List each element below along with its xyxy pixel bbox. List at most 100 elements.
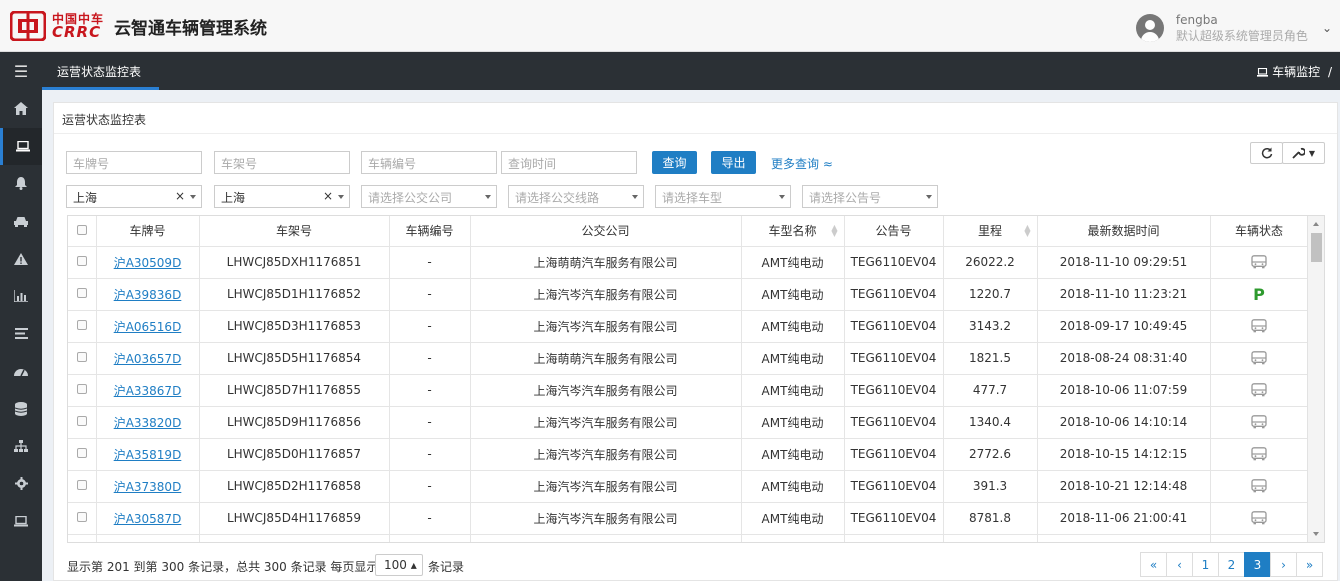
user-menu[interactable]: fengba 默认超级系统管理员角色 ⌄: [1135, 12, 1332, 44]
table-row[interactable]: 沪A30509D LHWCJ85DXH1176851- 上海萌萌汽车服务有限公司 AM…: [68, 246, 1309, 279]
bus-icon: [1251, 351, 1267, 365]
row-checkbox[interactable]: [68, 278, 97, 311]
scroll-up-icon[interactable]: [1313, 222, 1319, 226]
plate-link[interactable]: 沪A30587D: [114, 512, 182, 526]
notice-number-select[interactable]: 请选择公告号: [802, 185, 938, 208]
table-row[interactable]: 沪A33867D LHWCJ85D7H1176855- 上海汽岑汽车服务有限公司 AM…: [68, 374, 1309, 407]
laptop-icon[interactable]: [0, 127, 42, 165]
table-row[interactable]: 沪A39836D LHWCJ85D1H1176852- 上海汽岑汽车服务有限公司 AM…: [68, 278, 1309, 311]
column-header[interactable]: 公交公司: [470, 216, 742, 247]
plate-link[interactable]: 沪A30509D: [114, 256, 182, 270]
plate-link[interactable]: 沪A33820D: [114, 416, 182, 430]
cell-plate: 沪A35819D: [96, 438, 200, 471]
column-header[interactable]: 车辆编号: [389, 216, 471, 247]
select-all-checkbox[interactable]: [68, 216, 97, 247]
brand-en: CRRC: [52, 23, 102, 41]
laptop-icon[interactable]: [0, 503, 42, 541]
parked-status-icon: P: [1253, 284, 1265, 304]
tools-dropdown-button[interactable]: ▼: [1282, 142, 1325, 164]
row-checkbox[interactable]: [68, 470, 97, 503]
clear-icon[interactable]: ×: [175, 189, 185, 203]
chevron-down-icon[interactable]: ⌄: [1322, 21, 1332, 35]
province-select[interactable]: 上海 ×: [66, 185, 202, 208]
row-checkbox[interactable]: [68, 502, 97, 535]
scroll-down-icon[interactable]: [1313, 532, 1319, 536]
cell-vno: -: [389, 470, 471, 503]
cell-company: 上海萌萌汽车服务有限公司: [470, 342, 742, 375]
table-row[interactable]: [68, 534, 1309, 542]
column-header[interactable]: 车架号: [199, 216, 390, 247]
row-checkbox[interactable]: [68, 342, 97, 375]
column-header-sortable[interactable]: 车型名称 ▲ ▼: [741, 216, 845, 247]
page-button[interactable]: ‹: [1166, 552, 1193, 577]
breadcrumb-item[interactable]: 车辆监控: [1272, 65, 1320, 79]
tab-operation-status[interactable]: 运营状态监控表: [42, 52, 159, 90]
plate-link[interactable]: 沪A37380D: [114, 480, 182, 494]
vehicle-model-select[interactable]: 请选择车型: [655, 185, 791, 208]
plate-link[interactable]: 沪A35819D: [114, 448, 182, 462]
page-size-select[interactable]: 100 ▴: [375, 554, 423, 576]
car-icon[interactable]: [0, 203, 42, 241]
table-row[interactable]: 沪A33820D LHWCJ85D9H1176856- 上海汽岑汽车服务有限公司 AM…: [68, 406, 1309, 439]
bar-chart-icon[interactable]: [0, 278, 42, 316]
caret-down-icon: [779, 195, 785, 199]
query-button[interactable]: 查询: [652, 151, 697, 174]
table-row[interactable]: 沪A35819D LHWCJ85D0H1176857- 上海汽岑汽车服务有限公司 AM…: [68, 438, 1309, 471]
vehicle-number-input[interactable]: 车辆编号: [361, 151, 497, 174]
clear-icon[interactable]: ×: [323, 189, 333, 203]
more-query-link[interactable]: 更多查询 ≈: [771, 155, 833, 172]
page-button[interactable]: ›: [1270, 552, 1297, 577]
plate-link[interactable]: 沪A03657D: [114, 352, 182, 366]
city-select[interactable]: 上海 ×: [214, 185, 350, 208]
plate-number-input[interactable]: 车牌号: [66, 151, 202, 174]
bus-icon: [1251, 319, 1267, 333]
page-button[interactable]: »: [1296, 552, 1323, 577]
cell-mileage: 3143.2: [943, 310, 1038, 343]
cell-vno: -: [389, 438, 471, 471]
column-header[interactable]: 最新数据时间: [1037, 216, 1211, 247]
cell-vno: -: [389, 502, 471, 535]
bus-company-select[interactable]: 请选择公交公司: [361, 185, 497, 208]
column-header[interactable]: 公告号: [844, 216, 944, 247]
row-checkbox[interactable]: [68, 246, 97, 279]
bus-line-select[interactable]: 请选择公交线路: [508, 185, 644, 208]
brand-logo[interactable]: 中国中车 CRRC 云智通车辆管理系统: [10, 11, 267, 41]
gear-icon[interactable]: [0, 465, 42, 503]
column-header[interactable]: 车辆状态: [1210, 216, 1309, 247]
row-checkbox[interactable]: [68, 310, 97, 343]
plate-link[interactable]: 沪A39836D: [114, 288, 182, 302]
plate-link[interactable]: 沪A33867D: [114, 384, 182, 398]
warning-icon[interactable]: [0, 240, 42, 278]
cell-model: AMT纯电动: [741, 374, 845, 407]
home-icon[interactable]: [0, 90, 42, 128]
frame-number-input[interactable]: 车架号: [214, 151, 350, 174]
page-button[interactable]: «: [1140, 552, 1167, 577]
row-checkbox[interactable]: [68, 374, 97, 407]
database-icon[interactable]: [0, 390, 42, 428]
page-button[interactable]: 1: [1192, 552, 1219, 577]
table-row[interactable]: 沪A03657D LHWCJ85D5H1176854- 上海萌萌汽车服务有限公司 AM…: [68, 342, 1309, 375]
table-row[interactable]: 沪A30587D LHWCJ85D4H1176859- 上海汽岑汽车服务有限公司 AM…: [68, 502, 1309, 535]
sitemap-icon[interactable]: [0, 428, 42, 466]
row-checkbox[interactable]: [68, 406, 97, 439]
vertical-scrollbar[interactable]: [1307, 216, 1324, 542]
cell-plate: 沪A33867D: [96, 374, 200, 407]
page-button[interactable]: 3: [1244, 552, 1271, 577]
refresh-button[interactable]: [1250, 142, 1283, 164]
list-icon[interactable]: [0, 315, 42, 353]
table-row[interactable]: 沪A37380D LHWCJ85D2H1176858- 上海汽岑汽车服务有限公司 AM…: [68, 470, 1309, 503]
cell-frame: LHWCJ85D9H1176856: [199, 406, 390, 439]
query-time-input[interactable]: 查询时间: [501, 151, 637, 174]
plate-link[interactable]: 沪A06516D: [114, 320, 182, 334]
export-button[interactable]: 导出: [711, 151, 756, 174]
scrollbar-thumb[interactable]: [1311, 233, 1322, 262]
row-checkbox[interactable]: [68, 438, 97, 471]
bus-icon: [1251, 511, 1267, 525]
menu-icon[interactable]: ☰: [0, 52, 42, 90]
column-header[interactable]: 车牌号: [96, 216, 200, 247]
page-button[interactable]: 2: [1218, 552, 1245, 577]
column-header-sortable[interactable]: 里程 ▲ ▼: [943, 216, 1038, 247]
bell-icon[interactable]: [0, 165, 42, 203]
dashboard-icon[interactable]: [0, 353, 42, 391]
table-row[interactable]: 沪A06516D LHWCJ85D3H1176853- 上海汽岑汽车服务有限公司 AM…: [68, 310, 1309, 343]
